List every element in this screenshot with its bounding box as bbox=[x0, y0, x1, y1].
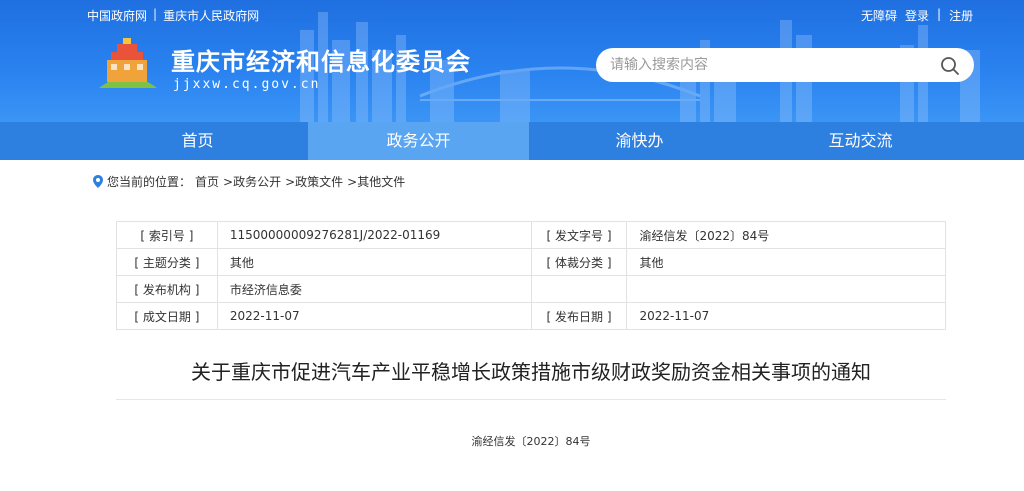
breadcrumb-item-policy-docs[interactable]: >政策文件 bbox=[285, 173, 343, 190]
nav-item-interaction[interactable]: 互动交流 bbox=[750, 122, 971, 160]
login-link[interactable]: 登录 bbox=[905, 7, 929, 24]
main-nav: 首页 政务公开 渝快办 互动交流 bbox=[0, 122, 1024, 160]
document-title: 关于重庆市促进汽车产业平稳增长政策措施市级财政奖励资金相关事项的通知 bbox=[191, 360, 871, 384]
meta-key: [ 发布机构 ] bbox=[116, 275, 218, 303]
meta-key: [ 发文字号 ] bbox=[530, 221, 628, 249]
meta-key bbox=[530, 275, 628, 303]
top-links: 中国政府网 | 重庆市人民政府网 bbox=[87, 7, 259, 24]
nav-item-gov-affairs[interactable]: 政务公开 bbox=[308, 122, 529, 160]
table-row: [ 主题分类 ] 其他 [ 体裁分类 ] 其他 bbox=[116, 248, 946, 276]
meta-value: 其他 bbox=[626, 248, 946, 276]
meta-key: [ 成文日期 ] bbox=[116, 302, 218, 330]
accessibility-link[interactable]: 无障碍 bbox=[861, 7, 897, 24]
divider bbox=[116, 399, 946, 400]
link-cq-gov[interactable]: 重庆市人民政府网 bbox=[163, 7, 259, 24]
meta-key: [ 主题分类 ] bbox=[116, 248, 218, 276]
meta-value: 渝经信发〔2022〕84号 bbox=[626, 221, 946, 249]
meta-value: 2022-11-07 bbox=[216, 302, 532, 330]
search-icon[interactable] bbox=[940, 56, 960, 76]
table-row: [ 发布机构 ] 市经济信息委 bbox=[116, 275, 946, 303]
meta-key: [ 索引号 ] bbox=[116, 221, 218, 249]
search-input[interactable] bbox=[610, 54, 920, 76]
nav-item-yukuaiban[interactable]: 渝快办 bbox=[529, 122, 750, 160]
separator: | bbox=[937, 7, 942, 21]
user-links: 无障碍 登录 | 注册 bbox=[861, 7, 973, 24]
table-row: [ 成文日期 ] 2022-11-07 [ 发布日期 ] 2022-11-07 bbox=[116, 302, 946, 330]
nav-item-home[interactable]: 首页 bbox=[87, 122, 308, 160]
breadcrumb-item-other-docs[interactable]: >其他文件 bbox=[347, 173, 405, 190]
breadcrumb-item-gov-affairs[interactable]: >政务公开 bbox=[223, 173, 281, 190]
breadcrumb-prefix: 您当前的位置： bbox=[107, 175, 192, 189]
location-pin-icon bbox=[93, 175, 103, 188]
site-header: 中国政府网 | 重庆市人民政府网 无障碍 登录 | 注册 重庆市经济和信息化委员… bbox=[0, 0, 1024, 122]
meta-value bbox=[626, 275, 946, 303]
link-gov-cn[interactable]: 中国政府网 bbox=[87, 7, 147, 24]
site-logo-icon[interactable] bbox=[97, 38, 159, 90]
meta-value: 其他 bbox=[216, 248, 532, 276]
document-number: 渝经信发〔2022〕84号 bbox=[471, 435, 591, 448]
breadcrumb: 您当前的位置： 首页 >政务公开 >政策文件 >其他文件 bbox=[93, 173, 405, 190]
document-meta-table: [ 索引号 ] 11500000009276281J/2022-01169 [ … bbox=[116, 221, 946, 330]
meta-key: [ 发布日期 ] bbox=[530, 302, 628, 330]
separator: | bbox=[153, 7, 158, 21]
site-title: 重庆市经济和信息化委员会 bbox=[171, 48, 471, 76]
register-link[interactable]: 注册 bbox=[949, 7, 973, 24]
meta-key: [ 体裁分类 ] bbox=[530, 248, 628, 276]
search-box bbox=[596, 48, 974, 82]
site-domain: jjxxw.cq.gov.cn bbox=[173, 77, 321, 92]
table-row: [ 索引号 ] 11500000009276281J/2022-01169 [ … bbox=[116, 221, 946, 249]
breadcrumb-item-home[interactable]: 首页 bbox=[195, 173, 219, 190]
meta-value: 11500000009276281J/2022-01169 bbox=[216, 221, 532, 249]
meta-value: 2022-11-07 bbox=[626, 302, 946, 330]
meta-value: 市经济信息委 bbox=[216, 275, 532, 303]
